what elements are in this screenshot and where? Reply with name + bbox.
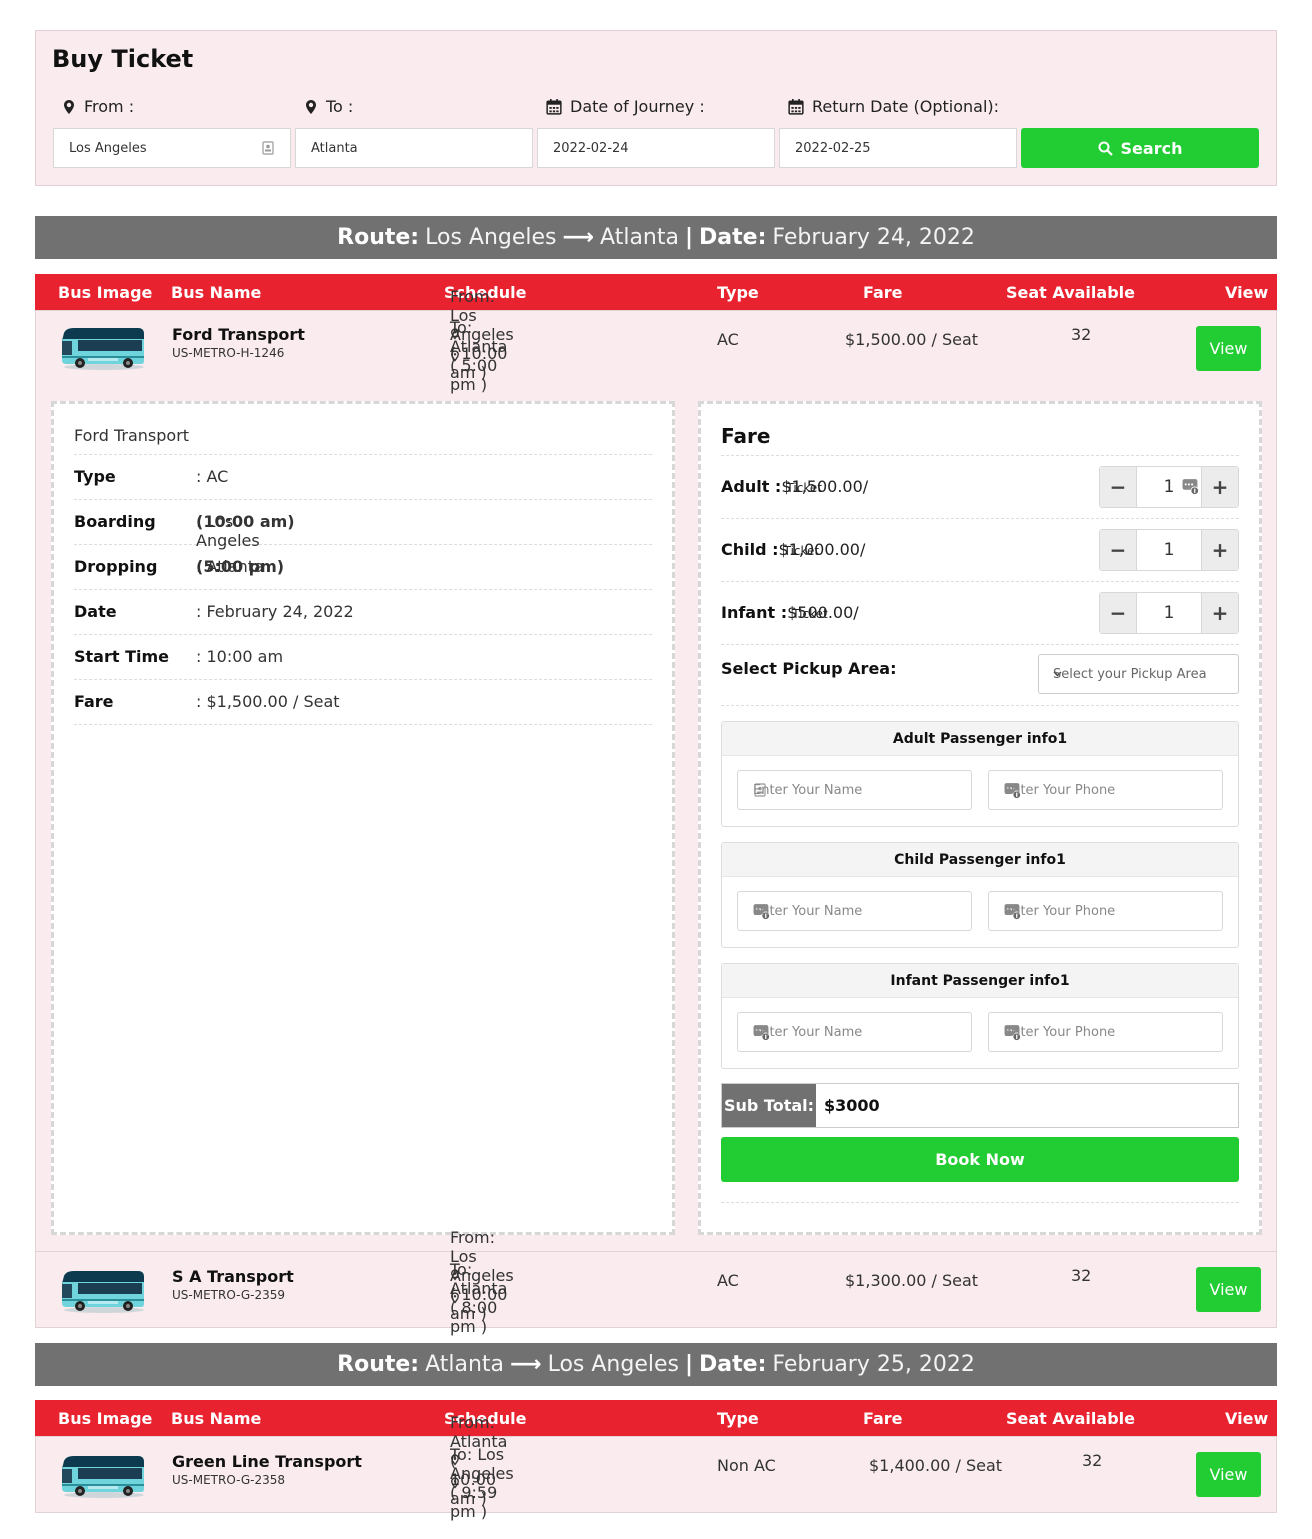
- arrow-right-icon: ⟶: [510, 1352, 542, 1377]
- child-phone-input[interactable]: Enter Your Phone: [988, 891, 1223, 931]
- child-name-input[interactable]: Enter Your Name: [737, 891, 972, 931]
- infant-quantity-stepper: − 1 +: [1099, 592, 1239, 634]
- password-key-icon: [1182, 478, 1199, 495]
- subtotal-field: Sub Total: $3000: [721, 1083, 1239, 1128]
- quantity-input[interactable]: 1: [1136, 593, 1202, 633]
- view-button[interactable]: View: [1196, 1452, 1261, 1497]
- from-input[interactable]: Los Angeles: [53, 128, 291, 168]
- child-quantity-stepper: − 1 +: [1099, 529, 1239, 571]
- details-title: Ford Transport: [74, 426, 652, 455]
- pickup-area-select[interactable]: Select your Pickup Area: [1038, 654, 1239, 694]
- fare-infant-label: Infant : $500.00/ Ticket: [721, 603, 859, 622]
- adult-name-input[interactable]: Enter Your Name: [737, 770, 972, 810]
- table-row: Green Line Transport US-METRO-G-2358 Fro…: [35, 1413, 1277, 1521]
- search-button[interactable]: Search: [1021, 128, 1259, 168]
- table-row: Ford Transport US-METRO-H-1246 From: Los…: [35, 287, 1277, 1252]
- table-header: Bus Image Bus Name Schedule Type Fare Se…: [35, 1400, 1277, 1436]
- adult-quantity-stepper: − 1 +: [1099, 466, 1239, 508]
- detail-row-start-time: Start Time: 10:00 am: [74, 647, 652, 680]
- increment-button[interactable]: +: [1202, 467, 1238, 507]
- child-passenger-box: Child Passenger info1 Enter Your Name En…: [721, 842, 1239, 948]
- decrement-button[interactable]: −: [1100, 467, 1136, 507]
- decrement-button[interactable]: −: [1100, 593, 1136, 633]
- detail-row-dropping: Dropping: Atlanta (5:00 pm): [74, 557, 652, 590]
- fare-row-infant: Infant : $500.00/ Ticket − 1 +: [721, 582, 1239, 645]
- route-banner: Route: Los Angeles ⟶ Atlanta | Date: Feb…: [35, 216, 1277, 259]
- bus-details-panel: Ford Transport Type: AC Boarding: Los An…: [51, 401, 675, 1235]
- fare-title-row: Fare: [721, 422, 1239, 456]
- fare-row-adult: Adult : $1,500.00/ Ticket − 1 +: [721, 456, 1239, 519]
- quantity-input[interactable]: 1: [1136, 530, 1202, 570]
- to-label: To :: [304, 97, 353, 116]
- bus-image: [58, 1268, 146, 1314]
- subtotal-label: Sub Total:: [722, 1084, 816, 1127]
- schedule-to: To: Atlanta ( 8:00 pm ): [450, 1260, 508, 1336]
- arrow-right-icon: ⟶: [562, 225, 595, 250]
- fare-panel: Fare Adult : $1,500.00/ Ticket − 1 + Chi…: [698, 401, 1262, 1235]
- calendar-icon: [546, 99, 562, 115]
- map-marker-icon: [304, 100, 318, 114]
- table-header: Bus Image Bus Name Schedule Type Fare Se…: [35, 274, 1277, 310]
- page-title: Buy Ticket: [52, 45, 194, 73]
- from-label: From :: [62, 97, 134, 116]
- divider: [721, 1202, 1239, 1203]
- decrement-button[interactable]: −: [1100, 530, 1136, 570]
- to-input[interactable]: Atlanta: [295, 128, 533, 168]
- date-label: Date of Journey :: [546, 97, 705, 116]
- fare-row-child: Child : $1,000.00/ Ticket − 1 +: [721, 519, 1239, 582]
- pickup-label: Select Pickup Area:: [721, 659, 897, 678]
- detail-row-date: Date: February 24, 2022: [74, 602, 652, 635]
- book-now-button[interactable]: Book Now: [721, 1137, 1239, 1182]
- search-panel: Buy Ticket From : To : Date of Journey :…: [35, 30, 1277, 186]
- fare-title: Fare: [721, 424, 771, 448]
- view-button[interactable]: View: [1196, 1267, 1261, 1312]
- infant-phone-input[interactable]: Enter Your Phone: [988, 1012, 1223, 1052]
- search-icon: [1098, 141, 1113, 156]
- adult-passenger-box: Adult Passenger info1 Enter Your Name En…: [721, 721, 1239, 827]
- contact-card-icon: [261, 141, 275, 155]
- detail-row-fare: Fare: $1,500.00 / Seat: [74, 692, 652, 725]
- schedule-to: To: Los Angeles ( 9:59 pm ): [450, 1445, 514, 1521]
- date-of-journey-input[interactable]: 2022-02-24: [537, 128, 775, 168]
- increment-button[interactable]: +: [1202, 530, 1238, 570]
- increment-button[interactable]: +: [1202, 593, 1238, 633]
- return-date-label: Return Date (Optional):: [788, 97, 999, 116]
- map-marker-icon: [62, 100, 76, 114]
- fare-child-label: Child : $1,000.00/ Ticket: [721, 540, 866, 559]
- route-banner: Route: Atlanta ⟶ Los Angeles | Date: Feb…: [35, 1343, 1277, 1386]
- return-date-input[interactable]: 2022-02-25: [779, 128, 1017, 168]
- bus-image: [58, 1453, 146, 1499]
- view-button[interactable]: View: [1196, 326, 1261, 371]
- bus-image: [58, 325, 146, 371]
- detail-row-type: Type: AC: [74, 467, 652, 500]
- calendar-icon: [788, 99, 804, 115]
- schedule-to: To: Atlanta ( 5:00 pm ): [450, 318, 508, 394]
- pickup-row: Select Pickup Area: Select your Pickup A…: [721, 645, 1239, 706]
- fare-adult-label: Adult : $1,500.00/ Ticket: [721, 477, 869, 496]
- table-row: S A Transport US-METRO-G-2359 From: Los …: [35, 1228, 1277, 1336]
- quantity-input[interactable]: 1: [1136, 467, 1202, 507]
- infant-name-input[interactable]: Enter Your Name: [737, 1012, 972, 1052]
- adult-phone-input[interactable]: Enter Your Phone: [988, 770, 1223, 810]
- infant-passenger-box: Infant Passenger info1 Enter Your Name E…: [721, 963, 1239, 1069]
- subtotal-value: $3000: [824, 1096, 880, 1115]
- detail-row-boarding: Boarding: Los Angeles (10:00 am): [74, 512, 652, 550]
